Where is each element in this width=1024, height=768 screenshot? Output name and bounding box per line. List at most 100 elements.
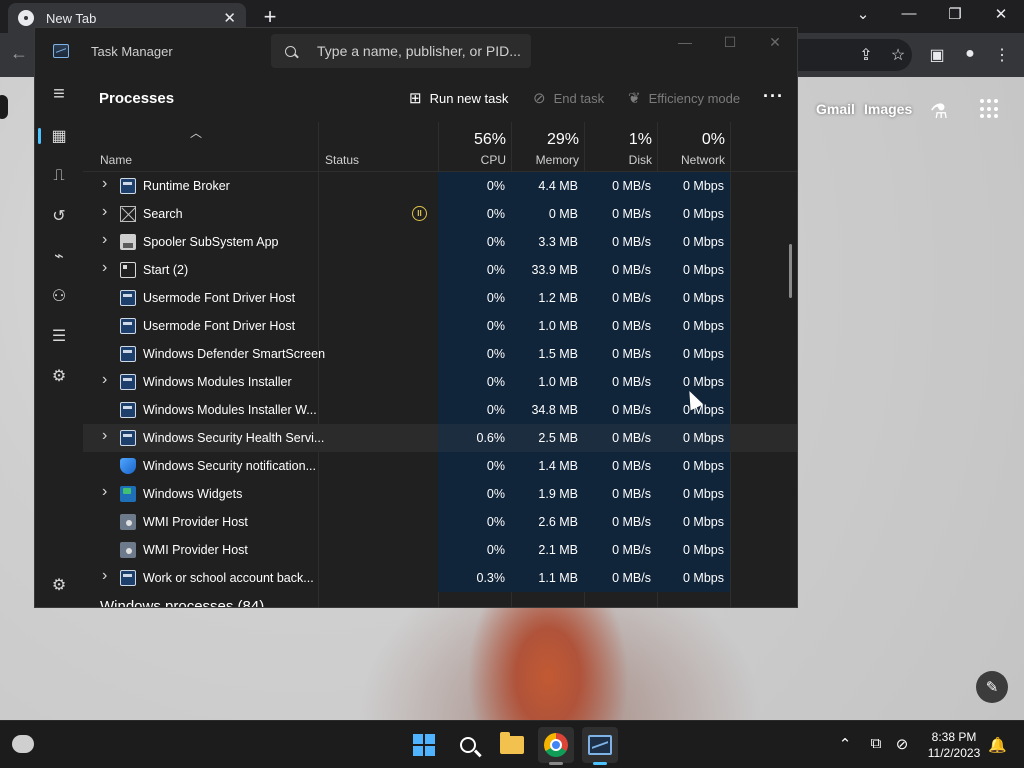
google-apps-icon[interactable] — [980, 99, 1000, 119]
nav-users-icon[interactable]: ⚇ — [47, 284, 71, 308]
end-task-button[interactable]: ⊘ End task — [533, 89, 604, 107]
table-row[interactable]: › Start (2) 0% 33.9 MB 0 MB/s 0 Mbps — [83, 256, 797, 284]
process-disk-value: 0 MB/s — [612, 487, 651, 501]
expand-chevron-icon[interactable]: › — [102, 371, 107, 389]
notification-bell-icon[interactable]: 🔔 — [988, 736, 1007, 754]
process-search-input[interactable]: Type a name, publisher, or PID... — [271, 34, 531, 68]
table-row[interactable]: WMI Provider Host 0% 2.1 MB 0 MB/s 0 Mbps — [83, 536, 797, 564]
process-disk-value: 0 MB/s — [612, 459, 651, 473]
table-row[interactable]: Usermode Font Driver Host 0% 1.0 MB 0 MB/s 0… — [83, 312, 797, 340]
process-cpu-value: 0% — [486, 207, 505, 221]
table-row[interactable]: › Windows Security Health Servi... 0.6% 2.5… — [83, 424, 797, 452]
process-network-value: 0 Mbps — [683, 459, 724, 473]
run-new-task-button[interactable]: ⊞ Run new task — [409, 89, 508, 107]
close-button[interactable]: ✕ — [765, 34, 785, 51]
system-clock[interactable]: 8:38 PM 11/2/2023 — [922, 729, 986, 761]
display-icon[interactable]: ⧉ — [866, 735, 886, 752]
column-status-header[interactable]: Status — [325, 153, 359, 167]
expand-chevron-icon[interactable]: › — [102, 483, 107, 501]
tab-title: New Tab — [46, 10, 97, 26]
nav-services-icon[interactable]: ⚙ — [47, 364, 71, 388]
cpu-total-percent[interactable]: 56% — [438, 131, 506, 149]
table-row[interactable]: › Runtime Broker 0% 4.4 MB 0 MB/s 0 Mbps — [83, 172, 797, 200]
process-network-value: 0 Mbps — [683, 291, 724, 305]
process-app-icon — [120, 374, 136, 390]
expand-chevron-icon[interactable]: › — [102, 175, 107, 193]
expand-chevron-icon[interactable]: › — [102, 259, 107, 277]
tab-close-icon[interactable]: ✕ — [223, 9, 236, 27]
process-network-value: 0 Mbps — [683, 375, 724, 389]
tab-search-chevron-icon[interactable]: ⌄ — [851, 5, 875, 23]
task-manager-taskbar-button[interactable] — [582, 727, 618, 765]
task-manager-titlebar[interactable]: Task Manager Type a name, publisher, or … — [35, 28, 797, 74]
profile-icon[interactable]: ● — [959, 45, 981, 63]
process-name: Windows Modules Installer — [143, 375, 292, 389]
vertical-scrollbar[interactable] — [789, 244, 792, 298]
table-row[interactable]: Windows Defender SmartScreen 0% 1.5 MB 0 MB… — [83, 340, 797, 368]
memory-total-percent[interactable]: 29% — [511, 131, 579, 149]
column-network-header[interactable]: Network — [657, 153, 725, 167]
network-total-percent[interactable]: 0% — [657, 131, 725, 149]
show-hidden-icons-chevron-icon[interactable]: ⌃ — [835, 735, 855, 753]
expand-chevron-icon[interactable]: › — [102, 203, 107, 221]
browser-restore-button[interactable]: ❐ — [943, 5, 967, 23]
labs-flask-icon[interactable]: ⚗ — [930, 99, 948, 124]
table-row[interactable]: › Work or school account back... 0.3% 1.1 M… — [83, 564, 797, 592]
settings-gear-icon[interactable]: ⚙ — [47, 573, 71, 597]
file-explorer-button[interactable] — [494, 727, 530, 763]
task-manager-icon — [588, 735, 612, 755]
table-row[interactable]: Windows Security notification... 0% 1.4 MB… — [83, 452, 797, 480]
disk-total-percent[interactable]: 1% — [584, 131, 652, 149]
browser-close-button[interactable]: ✕ — [989, 5, 1013, 23]
chrome-icon — [544, 733, 568, 757]
nav-app-history-icon[interactable]: ↺ — [47, 204, 71, 228]
process-memory-value: 34.8 MB — [531, 403, 578, 417]
minimize-button[interactable]: — — [675, 34, 695, 50]
column-disk-header[interactable]: Disk — [584, 153, 652, 167]
chrome-menu-icon[interactable]: ⋮ — [991, 45, 1013, 65]
table-row[interactable]: › Windows Widgets 0% 1.9 MB 0 MB/s 0 Mbps — [83, 480, 797, 508]
windows-processes-group-header[interactable]: Windows processes (84) — [100, 598, 264, 607]
nav-details-icon[interactable]: ☰ — [47, 324, 71, 348]
network-disconnected-icon[interactable]: ⊘ — [892, 735, 912, 753]
expand-chevron-icon[interactable]: › — [102, 427, 107, 445]
images-link[interactable]: Images — [864, 101, 912, 117]
process-disk-value: 0 MB/s — [612, 263, 651, 277]
table-row[interactable]: › Search II 0% 0 MB 0 MB/s 0 Mbps — [83, 200, 797, 228]
gmail-link[interactable]: Gmail — [816, 101, 855, 117]
customize-pencil-icon[interactable]: ✎ — [976, 671, 1008, 703]
process-network-value: 0 Mbps — [683, 263, 724, 277]
expand-chevron-icon[interactable]: › — [102, 231, 107, 249]
nav-processes-icon[interactable]: ▦ — [47, 124, 71, 148]
more-options-icon[interactable]: ··· — [763, 86, 784, 107]
share-icon[interactable]: ⇪ — [855, 45, 877, 65]
table-row[interactable]: › Spooler SubSystem App 0% 3.3 MB 0 MB/s 0 Mb… — [83, 228, 797, 256]
efficiency-mode-button[interactable]: ❦ Efficiency mode — [628, 89, 740, 107]
clock-date: 11/2/2023 — [927, 746, 981, 760]
column-name-header[interactable]: Name — [100, 153, 132, 167]
nav-performance-icon[interactable]: ⎍ — [47, 164, 71, 188]
expand-chevron-icon[interactable]: › — [102, 567, 107, 585]
process-disk-value: 0 MB/s — [612, 403, 651, 417]
column-cpu-header[interactable]: CPU — [438, 153, 506, 167]
side-panel-icon[interactable]: ▣ — [926, 45, 948, 65]
column-memory-header[interactable]: Memory — [511, 153, 579, 167]
doodle-image — [0, 95, 8, 119]
nav-startup-apps-icon[interactable]: ⌁ — [47, 244, 71, 268]
process-memory-value: 1.0 MB — [538, 375, 578, 389]
process-cpu-value: 0% — [486, 487, 505, 501]
browser-minimize-button[interactable]: — — [897, 5, 921, 22]
windows-taskbar: ⌃ ⧉ ⊘ 8:38 PM 11/2/2023 🔔 — [0, 720, 1024, 768]
weather-widget-icon[interactable] — [12, 735, 34, 753]
leaf-icon: ❦ — [628, 90, 641, 107]
chrome-taskbar-button[interactable] — [538, 727, 574, 765]
bookmark-star-icon[interactable]: ☆ — [887, 45, 909, 65]
end-task-icon: ⊘ — [533, 90, 546, 107]
back-arrow-icon[interactable]: ← — [10, 43, 28, 64]
maximize-button[interactable]: ☐ — [720, 34, 740, 51]
start-button[interactable] — [406, 727, 442, 763]
taskbar-search-button[interactable] — [450, 727, 486, 763]
hamburger-menu-icon[interactable]: ≡ — [47, 82, 71, 106]
table-row[interactable]: WMI Provider Host 0% 2.6 MB 0 MB/s 0 Mbps — [83, 508, 797, 536]
table-row[interactable]: Usermode Font Driver Host 0% 1.2 MB 0 MB/s 0… — [83, 284, 797, 312]
